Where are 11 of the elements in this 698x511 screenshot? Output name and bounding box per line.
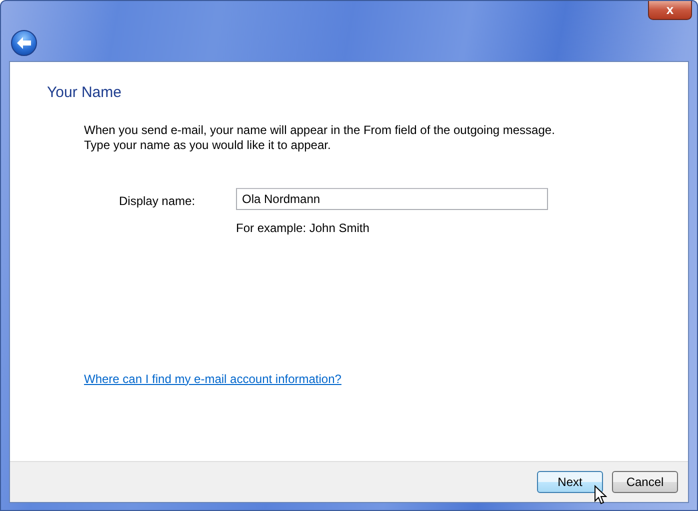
display-name-field[interactable]: Ola Nordmann <box>236 188 548 210</box>
dialog-button[interactable]: Cancel <box>612 471 678 493</box>
description-text: Type your name as you would like it to appear. <box>84 138 332 152</box>
field-hint: For example: John Smith <box>236 220 370 236</box>
field-label: Display name: <box>119 192 196 210</box>
back-arrow-icon <box>16 36 32 50</box>
close-button[interactable]: x <box>648 1 692 20</box>
help-link[interactable]: Where can I find my e-mail account information? <box>84 370 342 388</box>
back-button[interactable] <box>11 30 37 56</box>
description-text: When you send e-mail, your name will appear in the From field of the outgoing message. <box>84 122 556 138</box>
page-title: Your Name <box>47 83 122 103</box>
